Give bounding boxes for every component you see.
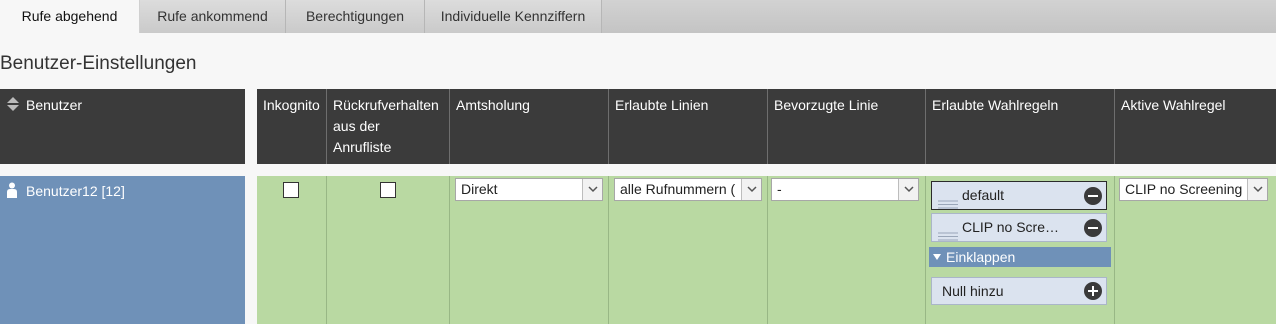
chevron-down-icon (582, 179, 602, 200)
add-null-label: Null hinzu (942, 283, 1004, 299)
collapse-button[interactable]: Einklappen (929, 247, 1111, 267)
triangle-down-icon (933, 254, 941, 260)
sort-icon (6, 96, 20, 112)
header-callback-line1: Rückrufverhalten (333, 97, 439, 113)
rule-item-label: default (962, 187, 1005, 203)
trunk-select-value: Direkt (461, 181, 498, 197)
header-active-rule: Aktive Wahlregel (1115, 89, 1276, 164)
active-rule-select-value: CLIP no Screening (1125, 181, 1243, 197)
section-title: Benutzer-Einstellungen (0, 53, 197, 74)
header-callback: Rückrufverhalten aus der Anrufliste (327, 89, 450, 164)
incognito-cell (257, 176, 327, 324)
header-allowed-lines: Erlaubte Linien (609, 89, 768, 164)
collapse-label: Einklappen (946, 249, 1016, 265)
header-trunk: Amtsholung (450, 89, 609, 164)
header-callback-line2: aus der (333, 118, 380, 134)
trunk-select[interactable]: Direkt (455, 178, 603, 201)
preferred-line-select-value: - (777, 181, 782, 197)
incognito-checkbox[interactable] (283, 182, 299, 198)
tab-rufe-ankommend[interactable]: Rufe ankommend (140, 0, 286, 33)
person-icon (6, 182, 18, 198)
header-callback-line3: Anrufliste (333, 139, 392, 155)
user-name: Benutzer12 [12] (26, 183, 125, 199)
tab-bar: Rufe abgehend Rufe ankommend Berechtigun… (0, 0, 1276, 33)
active-rule-select[interactable]: CLIP no Screening (1119, 178, 1268, 201)
remove-icon[interactable] (1084, 219, 1102, 237)
allowed-lines-select[interactable]: alle Rufnummern ( (614, 178, 762, 201)
rule-item-default[interactable]: default (931, 181, 1107, 210)
rule-item-clip[interactable]: CLIP no Scre… (931, 213, 1107, 242)
add-null-button[interactable]: Null hinzu (931, 277, 1107, 305)
preferred-line-select[interactable]: - (771, 178, 919, 201)
chevron-down-icon (741, 179, 761, 200)
header-allowed-rules: Erlaubte Wahlregeln (926, 89, 1115, 164)
rule-item-label: CLIP no Scre… (962, 219, 1060, 235)
header-user[interactable]: Benutzer (0, 89, 245, 164)
tab-individuelle-kennziffern[interactable]: Individuelle Kennziffern (425, 0, 602, 33)
remove-icon[interactable] (1084, 187, 1102, 205)
callback-cell (327, 176, 450, 324)
header-user-label: Benutzer (26, 97, 83, 113)
chevron-down-icon (1247, 179, 1267, 200)
header-preferred-line: Bevorzugte Linie (768, 89, 926, 164)
drag-handle-icon[interactable] (938, 191, 958, 209)
drag-handle-icon[interactable] (938, 223, 958, 241)
add-icon (1084, 282, 1102, 300)
allowed-lines-select-value: alle Rufnummern ( (620, 181, 736, 197)
tab-berechtigungen[interactable]: Berechtigungen (286, 0, 425, 33)
tab-rufe-abgehend[interactable]: Rufe abgehend (0, 0, 140, 33)
callback-checkbox[interactable] (380, 182, 396, 198)
chevron-down-icon (898, 179, 918, 200)
header-incognito: Inkognito (257, 89, 327, 164)
user-cell[interactable]: Benutzer12 [12] (0, 176, 245, 324)
